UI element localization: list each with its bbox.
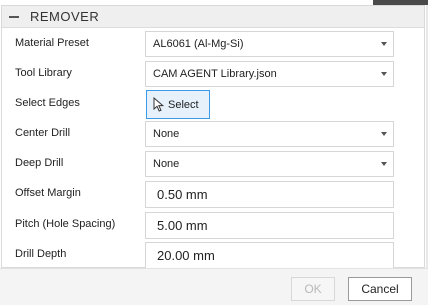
panel-header[interactable]: REMOVER — [2, 6, 424, 28]
offset-margin-row: Offset Margin 0.50 mm — [2, 179, 424, 209]
chevron-down-icon — [381, 42, 387, 46]
select-edges-button[interactable]: Select — [146, 90, 210, 119]
select-button-label: Select — [168, 98, 199, 111]
chevron-down-icon — [381, 162, 387, 166]
center-drill-label: Center Drill — [15, 127, 71, 139]
center-drill-row: Center Drill None — [2, 119, 424, 149]
pitch-label: Pitch (Hole Spacing) — [15, 218, 116, 230]
tool-library-value: CAM AGENT Library.json — [153, 68, 277, 80]
center-drill-value: None — [153, 128, 180, 140]
deep-drill-select[interactable]: None — [145, 151, 394, 177]
deep-drill-row: Deep Drill None — [2, 149, 424, 179]
tool-library-row: Tool Library CAM AGENT Library.json — [2, 59, 424, 89]
offset-margin-label: Offset Margin — [15, 187, 81, 199]
material-preset-select[interactable]: AL6061 (Al-Mg-Si) — [145, 31, 394, 57]
tool-library-label: Tool Library — [15, 67, 72, 79]
drill-depth-input[interactable]: 20.00 mm — [145, 242, 394, 269]
deep-drill-value: None — [153, 158, 180, 170]
pitch-input[interactable]: 5.00 mm — [145, 212, 394, 239]
ok-button[interactable]: OK — [291, 277, 335, 301]
remover-panel: REMOVER Material Preset AL6061 (Al-Mg-Si… — [1, 5, 425, 270]
select-edges-row: Select Edges Select — [2, 89, 424, 119]
deep-drill-label: Deep Drill — [15, 157, 64, 169]
cursor-arrow-icon — [153, 97, 165, 112]
remover-dialog: REMOVER Material Preset AL6061 (Al-Mg-Si… — [0, 0, 428, 305]
drill-depth-row: Drill Depth 20.00 mm — [2, 240, 424, 270]
center-drill-select[interactable]: None — [145, 121, 394, 147]
panel-title: REMOVER — [30, 9, 100, 24]
chevron-down-icon — [381, 72, 387, 76]
material-preset-label: Material Preset — [15, 37, 89, 49]
select-edges-label: Select Edges — [15, 97, 80, 109]
tool-library-select[interactable]: CAM AGENT Library.json — [145, 61, 394, 87]
chevron-down-icon — [381, 132, 387, 136]
dialog-footer: OK Cancel — [0, 268, 428, 305]
collapse-icon[interactable] — [9, 15, 19, 18]
drill-depth-label: Drill Depth — [15, 248, 67, 260]
material-preset-row: Material Preset AL6061 (Al-Mg-Si) — [2, 29, 424, 59]
pitch-row: Pitch (Hole Spacing) 5.00 mm — [2, 210, 424, 240]
cancel-button[interactable]: Cancel — [348, 277, 412, 301]
material-preset-value: AL6061 (Al-Mg-Si) — [153, 38, 244, 50]
offset-margin-input[interactable]: 0.50 mm — [145, 181, 394, 208]
